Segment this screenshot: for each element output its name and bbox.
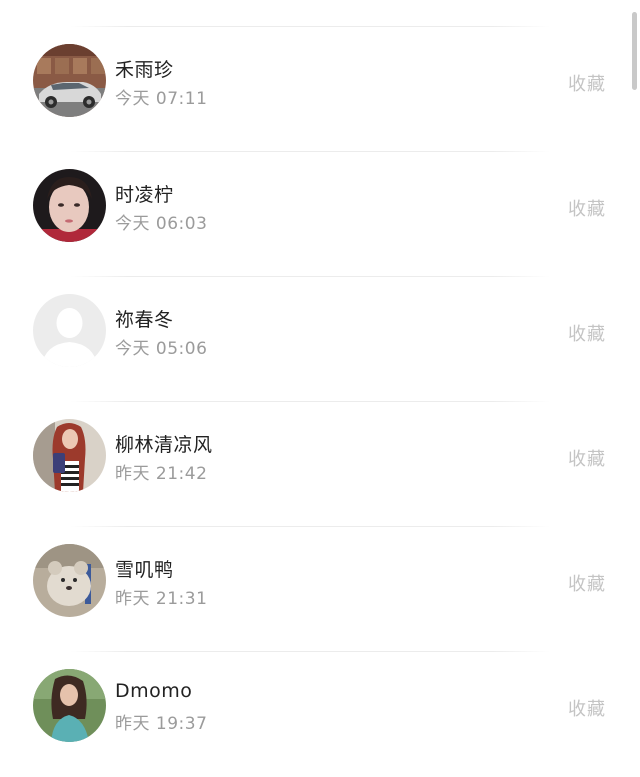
contact-time: 今天 06:03: [115, 214, 208, 234]
animal-photo-icon[interactable]: [33, 544, 106, 617]
contact-name: 柳林清凉风: [115, 434, 213, 456]
contact-time: 今天 05:06: [115, 339, 208, 359]
contact-name: Dmomo: [115, 680, 193, 702]
car-photo-icon[interactable]: [33, 44, 106, 117]
list-item[interactable]: 禾雨珍 今天 07:11 收藏: [0, 27, 640, 152]
favorite-button[interactable]: 收藏: [568, 195, 606, 221]
contact-name: 祢春冬: [115, 309, 174, 331]
list-item[interactable]: 祢春冬 今天 05:06 收藏: [0, 277, 640, 402]
favorite-button[interactable]: 收藏: [568, 570, 606, 596]
favorite-button[interactable]: 收藏: [568, 70, 606, 96]
contact-time: 昨天 21:42: [115, 464, 208, 484]
contact-time: 今天 07:11: [115, 89, 208, 109]
contact-time: 昨天 21:31: [115, 589, 208, 609]
contact-name: 时凌柠: [115, 184, 174, 206]
scrollbar[interactable]: [632, 12, 637, 90]
contact-name: 禾雨珍: [115, 59, 174, 81]
list-item[interactable]: Dmomo 昨天 19:37 收藏: [0, 652, 640, 777]
favorite-button[interactable]: 收藏: [568, 320, 606, 346]
default-user-icon[interactable]: [33, 294, 106, 367]
favorite-button[interactable]: 收藏: [568, 695, 606, 721]
portrait-photo-icon[interactable]: [33, 669, 106, 742]
portrait-photo-icon[interactable]: [33, 419, 106, 492]
portrait-photo-icon[interactable]: [33, 169, 106, 242]
favorite-button[interactable]: 收藏: [568, 445, 606, 471]
contact-name: 雪叽鸭: [115, 559, 174, 581]
list-item[interactable]: 柳林清凉风 昨天 21:42 收藏: [0, 402, 640, 527]
list-item[interactable]: 时凌柠 今天 06:03 收藏: [0, 152, 640, 277]
contact-time: 昨天 19:37: [115, 714, 208, 734]
list-item[interactable]: 雪叽鸭 昨天 21:31 收藏: [0, 527, 640, 652]
